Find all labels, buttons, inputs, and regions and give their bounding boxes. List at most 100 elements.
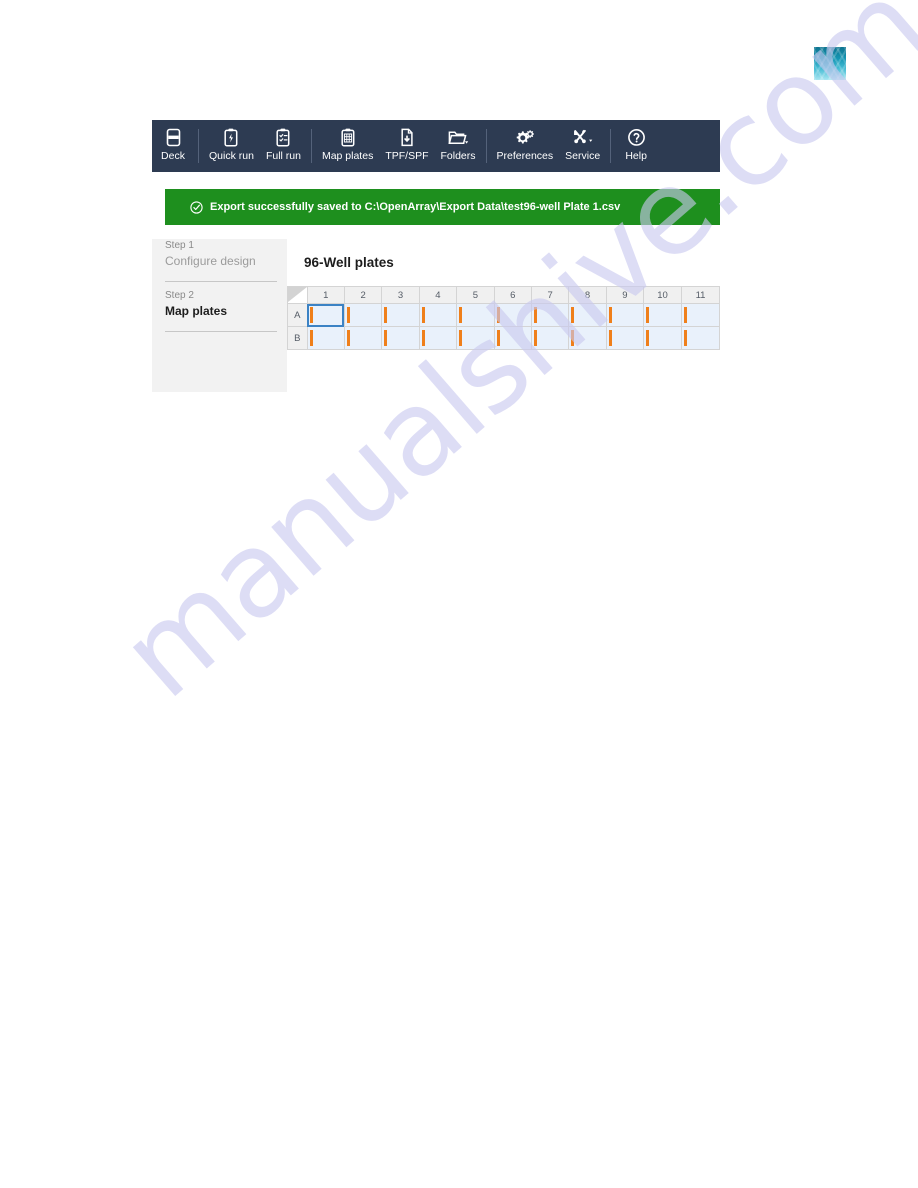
well-b11[interactable] [681, 326, 720, 350]
plate-grid-header-row: 1 2 3 4 5 6 7 8 9 10 11 [287, 286, 720, 304]
well-marker [496, 307, 500, 323]
toolbar-separator-3 [485, 129, 487, 163]
well-a11[interactable] [681, 303, 720, 327]
well-marker [309, 307, 313, 323]
toolbar-button-preferences[interactable]: Preferences [491, 124, 560, 162]
export-success-message: Export successfully saved to C:\OpenArra… [210, 201, 621, 213]
table-row: A [287, 303, 720, 327]
grid-corner-cell[interactable] [287, 286, 308, 304]
toolbar-button-help[interactable]: Help [615, 124, 657, 162]
well-marker [684, 330, 688, 346]
toolbar-separator-1 [198, 129, 199, 163]
well-marker [309, 330, 313, 346]
grid-column-header[interactable]: 6 [493, 286, 532, 304]
table-row: B [287, 326, 720, 350]
toolbar-button-service[interactable]: Service [559, 124, 606, 162]
well-a6[interactable] [493, 303, 532, 327]
well-b3[interactable] [381, 326, 420, 350]
toolbar-group-files: Map plates TPF/SPF Folders [316, 124, 482, 162]
grid-row-header[interactable]: B [287, 326, 308, 350]
well-b8[interactable] [568, 326, 607, 350]
export-success-banner: Export successfully saved to C:\OpenArra… [165, 189, 720, 225]
well-a8[interactable] [568, 303, 607, 327]
page-title: 96-Well plates [304, 255, 394, 270]
plate-grid-body: A B [287, 303, 720, 350]
well-b9[interactable] [605, 326, 645, 350]
grid-column-header[interactable]: 3 [381, 286, 420, 304]
well-b2[interactable] [343, 326, 383, 350]
well-marker [346, 307, 350, 323]
well-marker [533, 330, 537, 346]
well-marker [421, 330, 425, 346]
grid-row-header[interactable]: A [287, 303, 308, 327]
tools-dropdown-icon [572, 127, 594, 148]
grid-column-header[interactable]: 5 [456, 286, 495, 304]
clipboard-list-icon [275, 127, 291, 148]
check-circle-icon [190, 200, 203, 214]
grid-column-header[interactable]: 10 [643, 286, 683, 304]
well-marker [533, 307, 537, 323]
well-b7[interactable] [530, 326, 570, 350]
toolbar-label-map-plates: Map plates [321, 150, 374, 162]
well-b10[interactable] [643, 326, 683, 350]
well-marker [459, 330, 463, 346]
well-marker [608, 330, 612, 346]
well-a7[interactable] [530, 303, 570, 327]
grid-column-header[interactable]: 9 [605, 286, 645, 304]
toolbar-label-help: Help [625, 150, 647, 162]
toolbar-button-tpf-spf[interactable]: TPF/SPF [379, 124, 434, 162]
step-2-label: Map plates [165, 304, 228, 318]
toolbar-separator-2 [310, 129, 312, 163]
grid-column-header[interactable]: 7 [530, 286, 570, 304]
toolbar-button-folders[interactable]: Folders [435, 124, 482, 162]
well-b1[interactable] [306, 326, 345, 350]
file-download-icon [399, 127, 415, 148]
grid-column-header[interactable]: 1 [306, 286, 345, 304]
well-a3[interactable] [381, 303, 420, 327]
clipboard-bolt-icon [223, 127, 239, 148]
toolbar-label-full-run: Full run [265, 150, 301, 162]
toolbar-button-full-run[interactable]: Full run [260, 124, 307, 162]
step-1-label: Configure design [165, 254, 256, 268]
logo-square [814, 47, 846, 80]
well-a9[interactable] [605, 303, 645, 327]
well-a1[interactable] [306, 303, 345, 327]
well-marker [608, 307, 612, 323]
gears-icon [514, 127, 536, 148]
workflow-body: Step 1 Configure design Step 2 Map plate… [152, 239, 720, 392]
well-a5[interactable] [456, 303, 495, 327]
toolbar-label-service: Service [565, 150, 601, 162]
plate-grid-header: 1 2 3 4 5 6 7 8 9 10 11 [287, 286, 720, 304]
folder-dropdown-icon [447, 127, 469, 148]
well-b4[interactable] [418, 326, 458, 350]
step-divider-2 [165, 331, 277, 332]
toolbar-label-deck: Deck [161, 150, 185, 162]
grid-column-header[interactable]: 8 [568, 286, 607, 304]
well-marker [571, 307, 575, 323]
main-toolbar: Deck Quick run Full run Map plates TPF/S… [152, 120, 720, 172]
sidebar-step-map-plates[interactable]: Step 2 Map plates [165, 289, 287, 320]
grid-column-header[interactable]: 11 [681, 286, 720, 304]
well-marker [646, 330, 650, 346]
grid-column-header[interactable]: 4 [418, 286, 458, 304]
toolbar-group-settings: Preferences Service [491, 124, 607, 162]
plate-content-panel: 96-Well plates 1 2 3 4 5 6 7 8 9 10 11 A… [287, 239, 720, 392]
toolbar-label-tpf-spf: TPF/SPF [385, 150, 429, 162]
grid-column-header[interactable]: 2 [343, 286, 383, 304]
well-a10[interactable] [643, 303, 683, 327]
well-marker [421, 307, 425, 323]
well-a4[interactable] [418, 303, 458, 327]
toolbar-button-deck[interactable]: Deck [152, 124, 194, 162]
well-b5[interactable] [456, 326, 495, 350]
well-b6[interactable] [493, 326, 532, 350]
sidebar-step-configure-design[interactable]: Step 1 Configure design [165, 239, 287, 270]
step-divider-1 [165, 281, 277, 282]
question-circle-icon [627, 127, 646, 148]
plate-grid[interactable]: 1 2 3 4 5 6 7 8 9 10 11 A B [287, 286, 720, 350]
toolbar-button-map-plates[interactable]: Map plates [316, 124, 379, 162]
toolbar-group-deck: Deck [152, 124, 194, 162]
steps-sidebar: Step 1 Configure design Step 2 Map plate… [152, 239, 287, 392]
toolbar-button-quick-run[interactable]: Quick run [203, 124, 260, 162]
well-a2[interactable] [343, 303, 383, 327]
toolbar-label-quick-run: Quick run [209, 150, 254, 162]
